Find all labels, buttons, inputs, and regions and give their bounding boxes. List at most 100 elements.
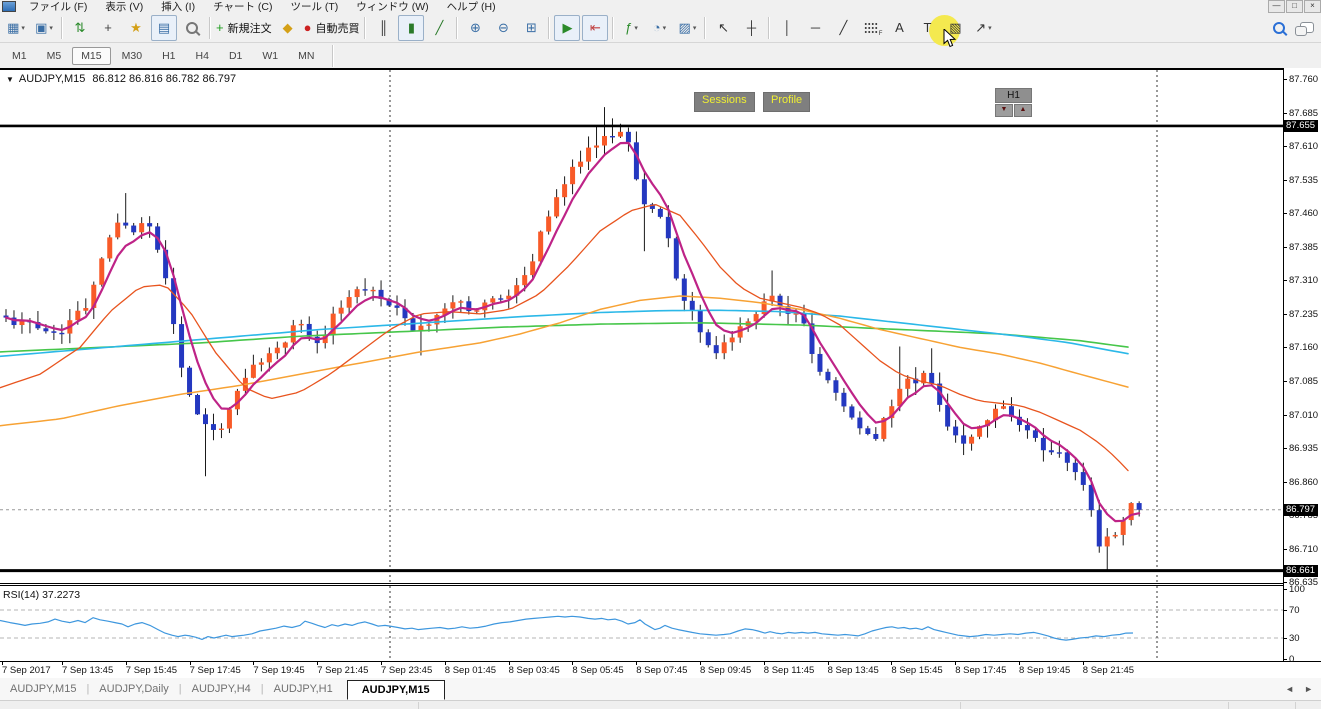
auto-trading-button[interactable]: ●自動売買 (303, 15, 361, 41)
timeframe-m1-button[interactable]: M1 (3, 47, 36, 65)
timeframe-d1-button[interactable]: D1 (220, 47, 251, 65)
vertical-line-button[interactable]: │ (774, 15, 800, 41)
time-axis-label: 8 Sep 11:45 (764, 665, 815, 676)
data-window-button[interactable]: + (95, 15, 121, 41)
status-bar (0, 700, 1321, 709)
text-button[interactable]: A (886, 15, 912, 41)
minimize-button[interactable]: — (1268, 0, 1285, 13)
bar-chart-button[interactable]: ║ (370, 15, 396, 41)
toolbar-separator (704, 17, 706, 39)
metaeditor-button[interactable]: ◆ (275, 15, 301, 41)
tabs-scroll-right-button[interactable]: ► (1304, 684, 1313, 694)
indicators-button[interactable]: ƒ▾ (618, 15, 644, 41)
trendline-button[interactable]: ╱ (830, 15, 856, 41)
terminal-button[interactable]: ▤ (151, 15, 177, 41)
rsi-chart-canvas[interactable] (0, 586, 1283, 661)
timeframe-mn-button[interactable]: MN (289, 47, 323, 65)
text-label-button[interactable]: T (914, 15, 940, 41)
restore-button[interactable]: □ (1286, 0, 1303, 13)
data-window-icon: + (104, 20, 112, 35)
templates-button[interactable]: ▨▾ (674, 15, 700, 41)
dropdown-arrow-icon[interactable]: ▾ (988, 24, 992, 32)
timeframe-h4-button[interactable]: H4 (187, 47, 218, 65)
profile-button[interactable]: Profile (763, 92, 810, 112)
dropdown-arrow-icon[interactable]: ▾ (634, 24, 638, 32)
new-chart-button[interactable]: ▦▾ (3, 15, 29, 41)
time-axis-label: 7 Sep 23:45 (381, 665, 432, 676)
strategy-tester-button[interactable] (179, 15, 205, 41)
chart-shift-button[interactable]: ⇤ (582, 15, 608, 41)
indicators-icon: ƒ (625, 20, 632, 35)
dropdown-arrow-icon[interactable]: ▾ (49, 24, 53, 32)
tile-windows-button[interactable]: ⊞ (518, 15, 544, 41)
fibonacci-button[interactable] (858, 15, 884, 41)
time-axis-label: 7 Sep 21:45 (317, 665, 368, 676)
periods-button[interactable]: ◔▾ (646, 15, 672, 41)
timeframe-w1-button[interactable]: W1 (253, 47, 287, 65)
search-button[interactable] (1266, 15, 1292, 41)
timeframe-up-button[interactable]: ▲ (1014, 104, 1032, 117)
periods-icon: ◔ (653, 20, 661, 35)
dropdown-arrow-icon[interactable]: ▾ (21, 24, 25, 32)
line-chart-button[interactable]: ╱ (426, 15, 452, 41)
navigator-button[interactable]: ★ (123, 15, 149, 41)
rsi-indicator-label: RSI(14) 37.2273 (3, 589, 80, 601)
chart-tab-2[interactable]: AUDJPY,H4 (182, 680, 261, 698)
chart-title: ▼ AUDJPY,M15 86.812 86.816 86.782 86.797 (6, 73, 236, 85)
menu-item-3[interactable]: チャート (C) (204, 1, 281, 13)
mouse-cursor-icon (943, 29, 957, 48)
price-tick-label: 87.310 (1289, 275, 1318, 286)
chart-tab-0[interactable]: AUDJPY,M15 (0, 680, 86, 698)
sessions-button[interactable]: Sessions (694, 92, 755, 112)
time-axis[interactable]: 7 Sep 2017 7 Sep 13:45 7 Sep 15:45 7 Sep 17… (0, 661, 1321, 678)
time-axis-label: 7 Sep 2017 (2, 665, 51, 676)
toolbar-separator (332, 45, 334, 67)
time-axis-label: 7 Sep 17:45 (190, 665, 241, 676)
price-tick-label: 87.010 (1289, 410, 1318, 421)
arrows-button[interactable]: ↗▾ (970, 15, 996, 41)
timeframe-h1-button[interactable]: H1 (153, 47, 184, 65)
navigator-icon: ★ (130, 20, 142, 36)
cursor-button[interactable]: ↖ (710, 15, 736, 41)
tab-navigation: ◄ ► (1285, 684, 1313, 694)
market-watch-button[interactable]: ⇅ (67, 15, 93, 41)
timeframe-down-button[interactable]: ▼ (995, 104, 1013, 117)
auto-scroll-button[interactable]: ▶ (554, 15, 580, 41)
horizontal-line-button[interactable]: ─ (802, 15, 828, 41)
strategy-tester-icon (186, 22, 198, 34)
time-axis-label: 8 Sep 17:45 (955, 665, 1006, 676)
price-tick-label: 86.860 (1289, 477, 1318, 488)
menu-item-1[interactable]: 表示 (V) (96, 1, 152, 13)
chart-tab-3[interactable]: AUDJPY,H1 (264, 680, 343, 698)
zoom-out-button[interactable]: ⊖ (490, 15, 516, 41)
main-chart-canvas[interactable] (0, 68, 1283, 583)
candlestick-chart-button[interactable]: ▮ (398, 15, 424, 41)
timeframe-m30-button[interactable]: M30 (113, 47, 151, 65)
menu-item-4[interactable]: ツール (T) (281, 1, 347, 13)
profiles-button[interactable]: ▣▾ (31, 15, 57, 41)
time-axis-label: 7 Sep 13:45 (62, 665, 113, 676)
time-axis-label: 7 Sep 19:45 (253, 665, 304, 676)
menu-item-2[interactable]: 挿入 (I) (152, 1, 204, 13)
menu-item-6[interactable]: ヘルプ (H) (438, 1, 505, 13)
menu-item-0[interactable]: ファイル (F) (20, 1, 96, 13)
dropdown-arrow-icon[interactable]: ▾ (693, 24, 697, 32)
new-order-button[interactable]: +新規注文 (215, 15, 273, 41)
time-axis-label: 8 Sep 07:45 (636, 665, 687, 676)
price-tag-86661: 86.661 (1284, 565, 1318, 577)
timeframe-m15-button[interactable]: M15 (72, 47, 110, 65)
price-axis[interactable]: 87.76087.68587.61087.53587.46087.38587.3… (1283, 68, 1321, 661)
menu-item-5[interactable]: ウィンドウ (W) (347, 1, 437, 13)
tabs-scroll-left-button[interactable]: ◄ (1285, 684, 1294, 694)
zoom-in-button[interactable]: ⊕ (462, 15, 488, 41)
timeframe-m5-button[interactable]: M5 (38, 47, 71, 65)
crosshair-button[interactable]: ┼ (738, 15, 764, 41)
chart-tab-1[interactable]: AUDJPY,Daily (89, 680, 179, 698)
profiles-icon: ▣ (35, 20, 47, 36)
dropdown-arrow-icon[interactable]: ▾ (663, 24, 667, 32)
close-button[interactable]: × (1304, 0, 1321, 13)
time-axis-label: 7 Sep 15:45 (126, 665, 177, 676)
chart-tab-active[interactable]: AUDJPY,M15 (347, 680, 445, 700)
price-tick-label: 87.235 (1289, 309, 1318, 320)
chat-button[interactable] (1294, 15, 1320, 41)
